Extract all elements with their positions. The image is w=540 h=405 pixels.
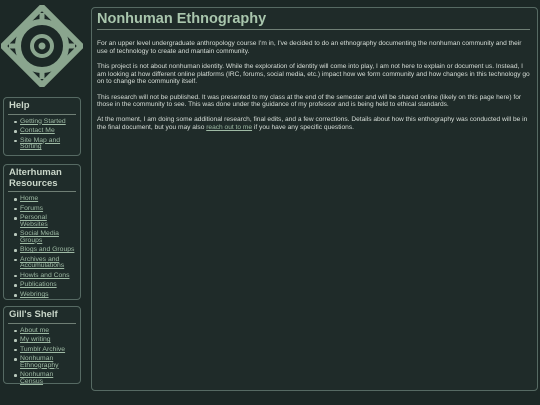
nonhuman-ethnography-link[interactable]: Nonhuman Ethnography xyxy=(20,355,59,368)
gills-shelf-title: Gill's Shelf xyxy=(8,309,76,324)
resource-item: Webrings xyxy=(14,291,76,298)
resource-item: Archives and Accumulations xyxy=(14,256,76,270)
blogs-and-groups-link[interactable]: Blogs and Groups xyxy=(20,246,74,253)
alterhuman-resources-list: Home Forums Personal Websites Social Med… xyxy=(8,195,76,298)
resource-item: Blogs and Groups xyxy=(14,246,76,253)
help-item-getting-started: Getting Started xyxy=(14,118,76,125)
howls-and-cons-link[interactable]: Howls and Cons xyxy=(20,272,70,279)
shelf-item: About me xyxy=(14,327,76,334)
resource-item: Social Media Groups xyxy=(14,230,76,244)
site-map-link[interactable]: Site Map and Sorting xyxy=(20,137,60,150)
resource-item: Personal Websites xyxy=(14,214,76,228)
page-title: Nonhuman Ethnography xyxy=(97,11,530,30)
help-panel: Help Getting Started Contact Me Site Map… xyxy=(3,97,81,156)
my-writing-link[interactable]: My writing xyxy=(20,336,51,343)
publications-link[interactable]: Publications xyxy=(20,281,57,288)
personal-websites-link[interactable]: Personal Websites xyxy=(20,214,48,227)
publication-paragraph: This research will not be published. It … xyxy=(97,93,522,109)
resource-item: Publications xyxy=(14,281,76,288)
status-paragraph: At the moment, I am doing some additiona… xyxy=(97,116,530,131)
help-list: Getting Started Contact Me Site Map and … xyxy=(8,118,76,151)
resource-item: Howls and Cons xyxy=(14,272,76,279)
social-media-groups-link[interactable]: Social Media Groups xyxy=(20,230,59,243)
resource-item: Forums xyxy=(14,205,76,212)
alterhuman-resources-title: Alterhuman Resources xyxy=(8,167,76,192)
scope-paragraph: This project is not about nonhuman ident… xyxy=(97,62,530,86)
status-text-after: if you have any specific questions. xyxy=(252,124,354,132)
archives-link[interactable]: Archives and Accumulations xyxy=(20,256,64,269)
contact-me-link[interactable]: Contact Me xyxy=(20,127,55,134)
webrings-link[interactable]: Webrings xyxy=(20,291,49,298)
getting-started-link[interactable]: Getting Started xyxy=(20,118,66,125)
tumblr-archive-link[interactable]: Tumblr Archive xyxy=(20,346,65,353)
reach-out-link[interactable]: reach out to me xyxy=(206,124,252,131)
page: Help Getting Started Contact Me Site Map… xyxy=(0,0,540,405)
forums-link[interactable]: Forums xyxy=(20,205,43,212)
help-item-site-map: Site Map and Sorting xyxy=(14,137,76,151)
home-link[interactable]: Home xyxy=(20,195,38,202)
gills-shelf-panel: Gill's Shelf About me My writing Tumblr … xyxy=(3,306,81,386)
shelf-item: My writing xyxy=(14,336,76,343)
help-title: Help xyxy=(8,100,76,115)
intro-paragraph: For an upper level undergraduate anthrop… xyxy=(97,40,522,55)
alterhuman-resources-panel: Alterhuman Resources Home Forums Persona… xyxy=(3,164,81,300)
help-item-contact-me: Contact Me xyxy=(14,127,76,134)
compass-eye-logo-icon[interactable] xyxy=(0,2,86,90)
about-me-link[interactable]: About me xyxy=(20,327,49,334)
resource-item: Home xyxy=(14,195,76,202)
shelf-item: Nonhuman Census xyxy=(14,371,76,385)
nonhuman-census-link[interactable]: Nonhuman Census xyxy=(20,371,53,384)
sidebar: Help Getting Started Contact Me Site Map… xyxy=(0,0,86,405)
shelf-item: Nonhuman Ethnography xyxy=(14,355,76,369)
shelf-item: Tumblr Archive xyxy=(14,346,76,353)
gills-shelf-list: About me My writing Tumblr Archive Nonhu… xyxy=(8,327,76,386)
main-content: Nonhuman Ethnography For an upper level … xyxy=(91,7,538,391)
